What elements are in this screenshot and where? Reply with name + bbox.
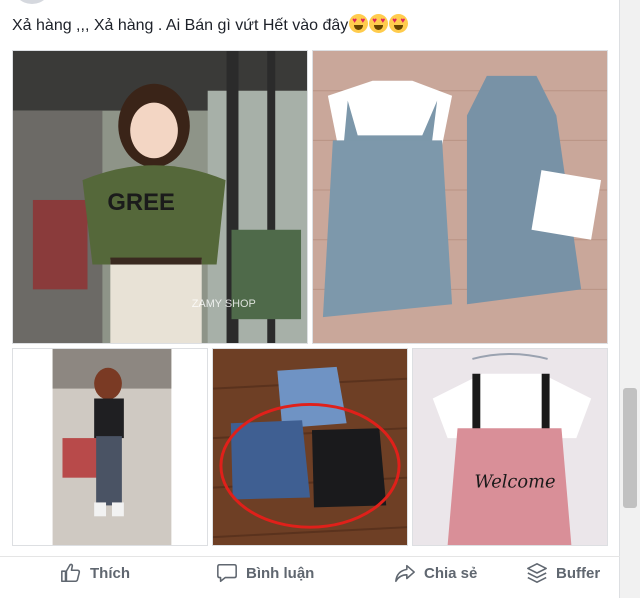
like-button[interactable]: Thích xyxy=(60,557,130,589)
post-card: Xả hàng ,,, Xả hàng . Ai Bán gì vứt Hết … xyxy=(0,0,620,598)
buffer-label: Buffer xyxy=(556,564,601,582)
photo-store-outfit-image xyxy=(13,349,207,545)
share-label: Chia sẻ xyxy=(424,564,478,582)
share-button[interactable]: Chia sẻ xyxy=(394,557,477,589)
photo-denim-shorts-image xyxy=(213,349,407,545)
comment-button[interactable]: Bình luận xyxy=(216,557,314,589)
photo-watermark: ZAMY SHOP xyxy=(192,298,256,310)
post-action-bar: Thích Bình luận Chia sẻ Buffer xyxy=(0,556,620,588)
photo-store-outfit[interactable] xyxy=(12,348,208,546)
photo-print-text: Welcome xyxy=(474,472,555,493)
photo-pink-pinafore-image: E F Y O T Welcome xyxy=(413,349,607,545)
heart-eyes-emoji xyxy=(369,14,389,33)
photo-pink-pinafore[interactable]: E F Y O T Welcome xyxy=(412,348,608,546)
photo-green-top[interactable]: GREE ZAMY SHOP xyxy=(12,50,308,344)
heart-eyes-emoji xyxy=(389,14,409,33)
buffer-button[interactable]: Buffer xyxy=(526,557,600,589)
photo-denim-shorts[interactable] xyxy=(212,348,408,546)
share-icon xyxy=(395,564,415,583)
post-text-content: Xả hàng ,,, Xả hàng . Ai Bán gì vứt Hết … xyxy=(12,17,349,34)
like-label: Thích xyxy=(90,564,130,582)
photo-green-top-image: GREE ZAMY SHOP xyxy=(13,51,307,343)
photo-denim-dresses[interactable] xyxy=(312,50,608,344)
photo-print-text: GREE xyxy=(107,189,175,216)
comment-icon xyxy=(217,563,237,583)
heart-eyes-emoji xyxy=(349,14,369,33)
comment-label: Bình luận xyxy=(246,564,315,582)
buffer-layers-icon xyxy=(527,563,547,583)
scrollbar-thumb[interactable] xyxy=(623,388,637,508)
thumbs-up-icon xyxy=(61,563,81,583)
avatar[interactable] xyxy=(12,0,52,4)
photo-denim-dresses-image xyxy=(313,51,607,343)
post-text: Xả hàng ,,, Xả hàng . Ai Bán gì vứt Hết … xyxy=(12,14,409,37)
scrollbar[interactable] xyxy=(620,0,640,598)
